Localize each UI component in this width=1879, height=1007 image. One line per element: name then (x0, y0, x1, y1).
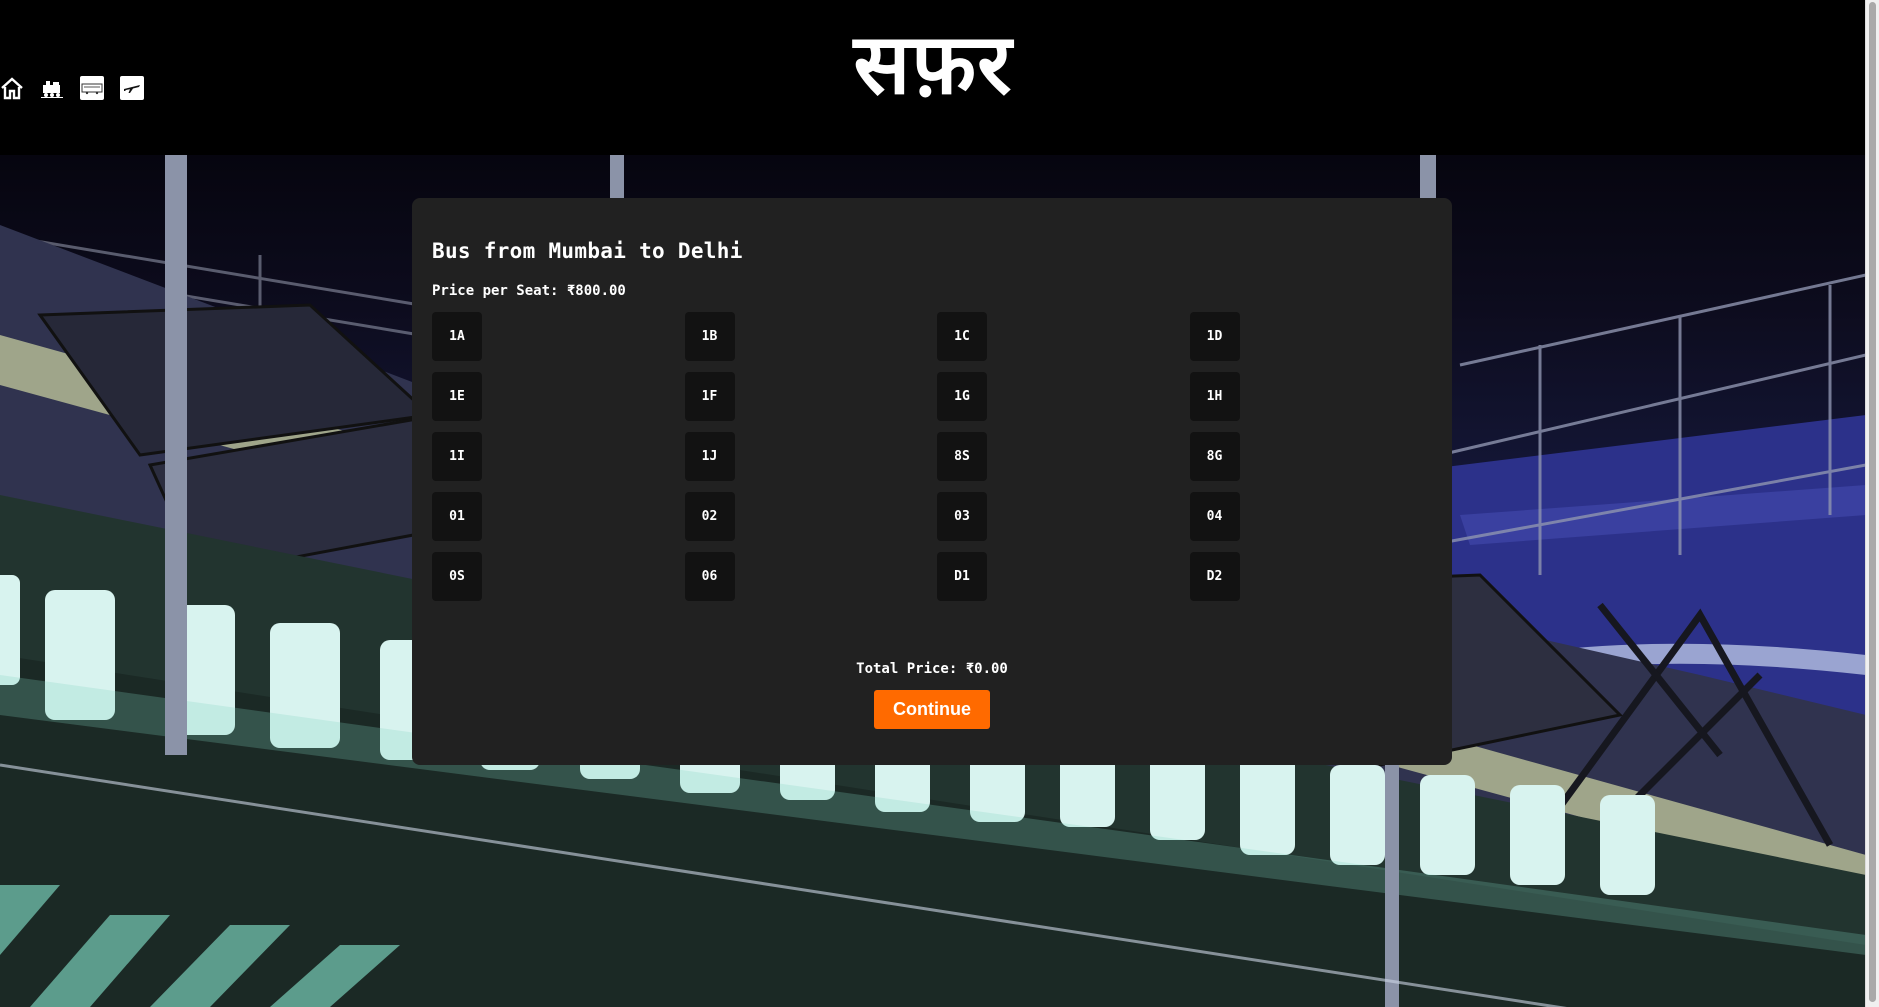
seat-button[interactable]: 1F (684, 372, 735, 421)
seat-button[interactable]: D2 (1189, 552, 1240, 601)
price-per-seat: Price per Seat: ₹800.00 (432, 283, 626, 299)
seat-button[interactable]: 04 (1189, 492, 1240, 541)
page-scrollbar[interactable] (1865, 0, 1879, 1007)
seat-button[interactable]: 1H (1189, 372, 1240, 421)
seat-button[interactable]: 1G (937, 372, 987, 421)
seat-grid: 1A 1B 1C 1D 1E 1F 1G 1H 1I 1J 8S 8G 01 0… (432, 312, 1432, 601)
seat-button[interactable]: 1J (684, 432, 735, 481)
seat-button[interactable]: 1B (684, 312, 735, 361)
site-logo[interactable]: सफ़र (0, 14, 1866, 114)
seat-button[interactable]: 06 (684, 552, 735, 601)
seat-button[interactable]: D1 (937, 552, 987, 601)
seat-button[interactable]: 1C (937, 312, 987, 361)
seat-button[interactable]: 02 (684, 492, 735, 541)
total-price: Total Price: ₹0.00 (856, 661, 1008, 677)
booking-panel: Bus from Mumbai to Delhi Price per Seat:… (412, 198, 1452, 765)
route-title: Bus from Mumbai to Delhi (432, 239, 743, 263)
seat-button[interactable]: 0S (432, 552, 482, 601)
seat-button[interactable]: 1E (432, 372, 482, 421)
seat-button[interactable]: 8S (937, 432, 987, 481)
seat-button[interactable]: 03 (937, 492, 987, 541)
seat-button[interactable]: 8G (1189, 432, 1240, 481)
continue-button[interactable]: Continue (874, 690, 990, 729)
scrollbar-thumb[interactable] (1869, 2, 1876, 1002)
site-header: सफ़र (0, 0, 1866, 155)
seat-button[interactable]: 1D (1189, 312, 1240, 361)
seat-button[interactable]: 1I (432, 432, 482, 481)
seat-button[interactable]: 1A (432, 312, 482, 361)
seat-button[interactable]: 01 (432, 492, 482, 541)
